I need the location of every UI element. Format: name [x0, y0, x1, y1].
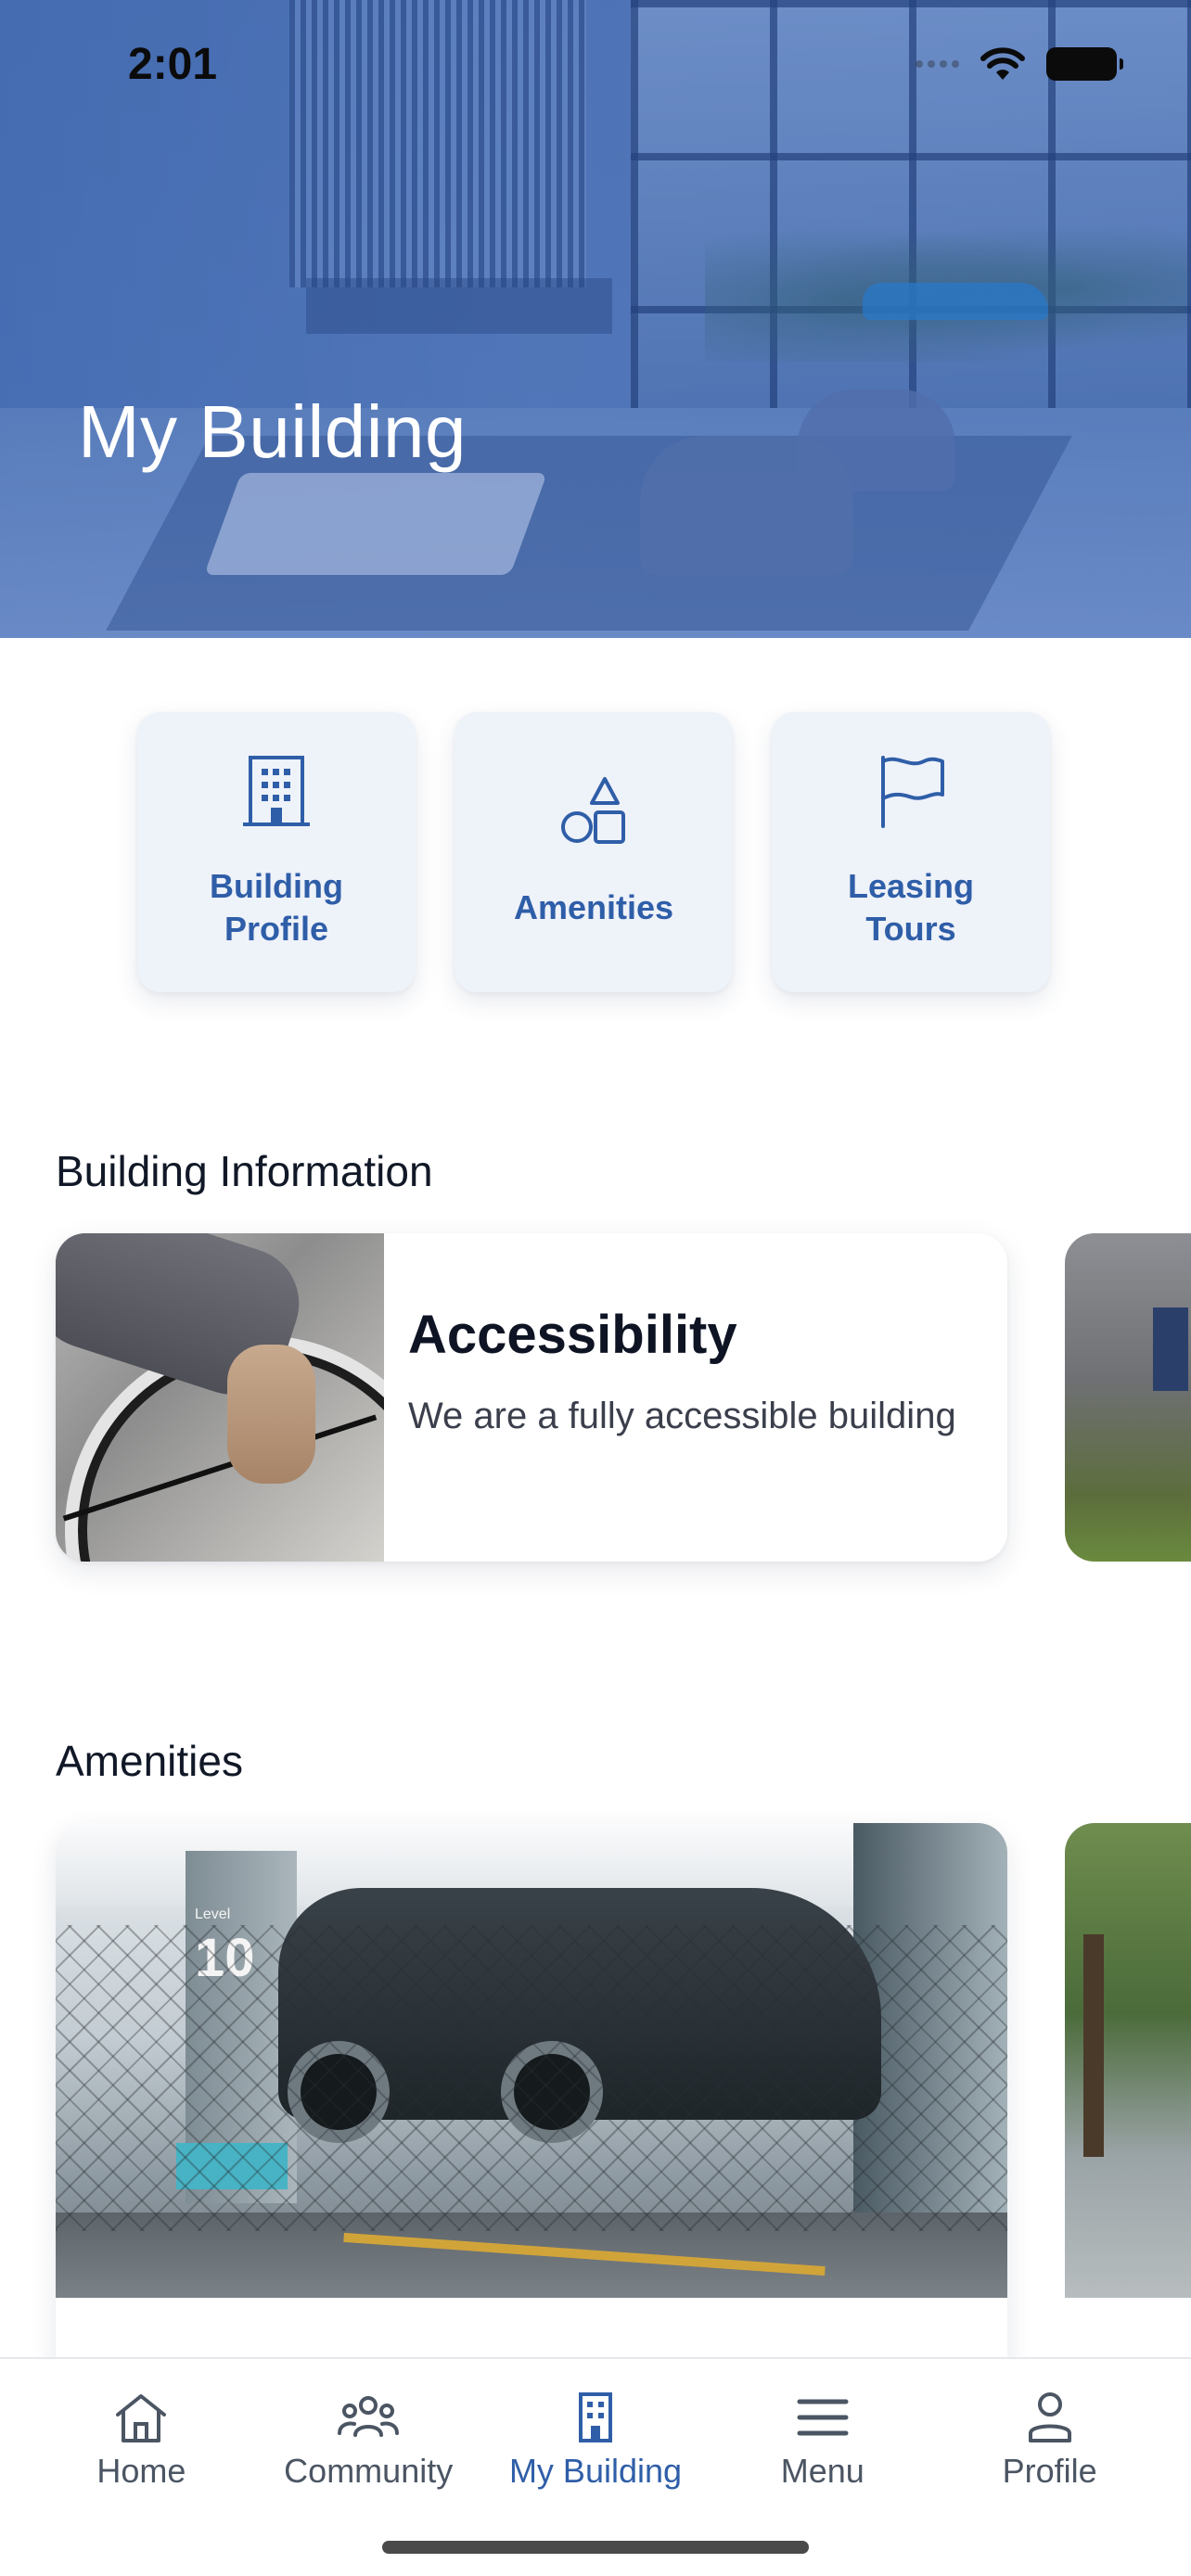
- tab-label: Menu: [780, 2452, 864, 2490]
- tile-label: Leasing Tours: [847, 867, 975, 948]
- person-icon: [1028, 2392, 1071, 2442]
- shapes-icon: [561, 777, 625, 844]
- flag-icon: [881, 756, 944, 828]
- card-title: Accessibility: [408, 1305, 737, 1365]
- tab-home[interactable]: Home: [28, 2359, 255, 2576]
- quick-actions: Building Profile Amenities Leasing Tours: [137, 712, 1050, 992]
- tile-amenities[interactable]: Amenities: [455, 712, 733, 992]
- amenity-card-next-peek[interactable]: [1065, 1823, 1191, 2298]
- wifi-icon: [980, 47, 1025, 80]
- wheelchair-photo: [56, 1233, 384, 1562]
- cellular-icon: [916, 60, 959, 68]
- card-description: We are a fully accessible building: [408, 1396, 956, 1436]
- community-icon: [338, 2396, 400, 2437]
- tile-label: Building Profile: [210, 867, 343, 948]
- info-card-accessibility[interactable]: Accessibility We are a fully accessible …: [56, 1233, 1007, 1562]
- tab-label: Home: [96, 2452, 186, 2490]
- tab-label: Community: [284, 2452, 454, 2490]
- home-icon: [116, 2394, 167, 2442]
- hero-banner: My Building: [0, 0, 1191, 638]
- tab-label: My Building: [508, 2452, 683, 2490]
- amenity-card-parking[interactable]: Level 10: [56, 1823, 1007, 2379]
- section-title-building-information: Building Information: [56, 1147, 433, 1195]
- hero-photo-wall: [289, 0, 586, 287]
- parking-garage-photo: Level 10: [56, 1823, 1007, 2298]
- building-icon: [243, 756, 310, 826]
- building-icon: [578, 2392, 612, 2442]
- tile-leasing-tours[interactable]: Leasing Tours: [772, 712, 1050, 992]
- tile-label: Amenities: [513, 888, 674, 926]
- info-card-next-peek[interactable]: [1065, 1233, 1191, 1562]
- section-title-amenities: Amenities: [56, 1737, 243, 1785]
- tile-building-profile[interactable]: Building Profile: [137, 712, 416, 992]
- battery-icon: [1046, 47, 1123, 81]
- page-title: My Building: [78, 390, 467, 473]
- tab-label: Profile: [1002, 2452, 1097, 2490]
- status-time: 2:01: [128, 40, 218, 89]
- home-indicator[interactable]: [382, 2541, 809, 2554]
- status-icons: [916, 46, 1123, 82]
- menu-icon: [797, 2399, 849, 2436]
- tab-profile[interactable]: Profile: [936, 2359, 1163, 2576]
